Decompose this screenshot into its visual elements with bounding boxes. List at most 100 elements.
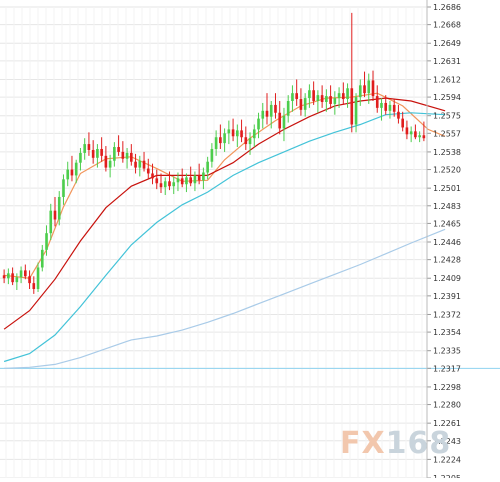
candle-body — [79, 152, 82, 163]
candle-body — [422, 135, 426, 139]
candle-body — [252, 129, 256, 139]
candle-body — [206, 161, 209, 173]
candle-body — [312, 90, 315, 102]
candle-body — [134, 161, 137, 168]
candle-body — [265, 110, 269, 117]
candle-body — [172, 182, 176, 187]
candle-body — [375, 96, 379, 108]
candle-body — [231, 129, 235, 137]
candle-body — [354, 97, 358, 125]
chart-svg: 1.2686 1.2668 1.2649 1.2631 1.2612 1.2594 1.25… — [0, 0, 500, 482]
candle-body — [371, 80, 375, 97]
candle-body — [180, 178, 184, 185]
candle-body — [121, 151, 125, 159]
y-tick-label: 1.2538 — [433, 148, 461, 157]
candle-body — [202, 172, 205, 181]
candle-body — [146, 168, 150, 174]
y-tick-label: 1.2668 — [433, 21, 461, 30]
candle-body — [248, 138, 252, 145]
candle-body — [62, 179, 65, 197]
candle-body — [138, 160, 142, 168]
candle-body — [414, 131, 417, 138]
y-tick-label: 1.2280 — [433, 401, 461, 410]
candle-body — [392, 104, 396, 112]
y-tick-label: 1.2261 — [433, 419, 461, 428]
candle-body — [333, 98, 337, 104]
y-tick-label: 1.2243 — [433, 437, 461, 446]
candle-body — [316, 95, 320, 102]
candle-body — [240, 130, 243, 138]
candle-body — [176, 178, 180, 183]
candle-body — [329, 96, 332, 104]
candle-body — [380, 102, 383, 108]
y-axis: 1.2686 1.2668 1.2649 1.2631 1.2612 1.2594 1.25… — [426, 0, 461, 482]
candle-body — [7, 273, 10, 279]
grid-lines — [0, 6, 427, 479]
candle-body — [53, 210, 57, 220]
y-tick-label: 1.2520 — [433, 166, 461, 175]
candle-body — [295, 93, 298, 100]
candle-body — [274, 104, 277, 113]
candle-body — [2, 275, 6, 279]
y-tick-label: 1.2631 — [433, 57, 461, 66]
y-tick-label: 1.2465 — [433, 219, 461, 228]
candle-body — [11, 273, 14, 283]
y-tick-label: 1.2391 — [433, 292, 461, 301]
y-tick-label: 1.2575 — [433, 112, 461, 121]
candle-body — [388, 104, 392, 111]
candle-body — [49, 210, 53, 234]
y-tick-label: 1.2335 — [433, 347, 461, 356]
candle-body — [308, 90, 311, 99]
candle-body — [163, 181, 167, 188]
candle-body — [236, 130, 239, 137]
candle-body — [418, 135, 421, 138]
y-tick-label: 1.2446 — [433, 238, 461, 247]
candle-body — [320, 95, 324, 102]
candle-body — [91, 149, 95, 158]
candle-body — [291, 93, 294, 102]
candle-body — [151, 173, 154, 179]
candlestick-chart: 1.2686 1.2668 1.2649 1.2631 1.2612 1.2594 1.25… — [0, 0, 500, 482]
y-tick-label: 1.2372 — [433, 310, 461, 319]
candle-body — [325, 96, 328, 102]
candle-body — [15, 277, 19, 283]
candle-body — [87, 144, 91, 150]
y-tick-label: 1.2612 — [433, 75, 461, 84]
candle-body — [70, 169, 74, 176]
candle-body — [83, 144, 86, 153]
candle-body — [278, 112, 282, 129]
y-tick-label: 1.2501 — [433, 184, 461, 193]
candle-body — [342, 93, 345, 100]
candle-body — [261, 110, 265, 119]
candle-body — [100, 148, 103, 156]
candle-body — [104, 155, 108, 168]
candle-body — [125, 152, 129, 159]
candle-body — [210, 148, 214, 162]
candle-body — [282, 115, 286, 129]
y-tick-label: 1.2557 — [433, 129, 461, 138]
candle-body — [19, 270, 23, 278]
candle-body — [24, 270, 27, 277]
candle-body — [96, 148, 99, 158]
candle-body — [219, 137, 222, 144]
candle-body — [223, 133, 226, 144]
candle-body — [244, 137, 248, 145]
candle-body — [358, 85, 362, 98]
candle-body — [130, 152, 133, 162]
candle-body — [159, 183, 163, 188]
candle-body — [155, 178, 159, 184]
candle-body — [197, 175, 201, 181]
candle-body — [57, 196, 61, 220]
candle-body — [117, 147, 120, 152]
candle-body — [397, 111, 400, 119]
y-tick-label: 1.2649 — [433, 39, 461, 48]
candle-body — [303, 98, 307, 110]
candle-body — [40, 249, 44, 268]
candle-body — [45, 233, 48, 250]
candle-body — [168, 181, 171, 187]
candle-body — [257, 118, 260, 130]
candle-body — [28, 276, 31, 284]
candle-body — [367, 80, 371, 94]
candle-body — [405, 127, 409, 135]
candle-body — [189, 177, 192, 184]
